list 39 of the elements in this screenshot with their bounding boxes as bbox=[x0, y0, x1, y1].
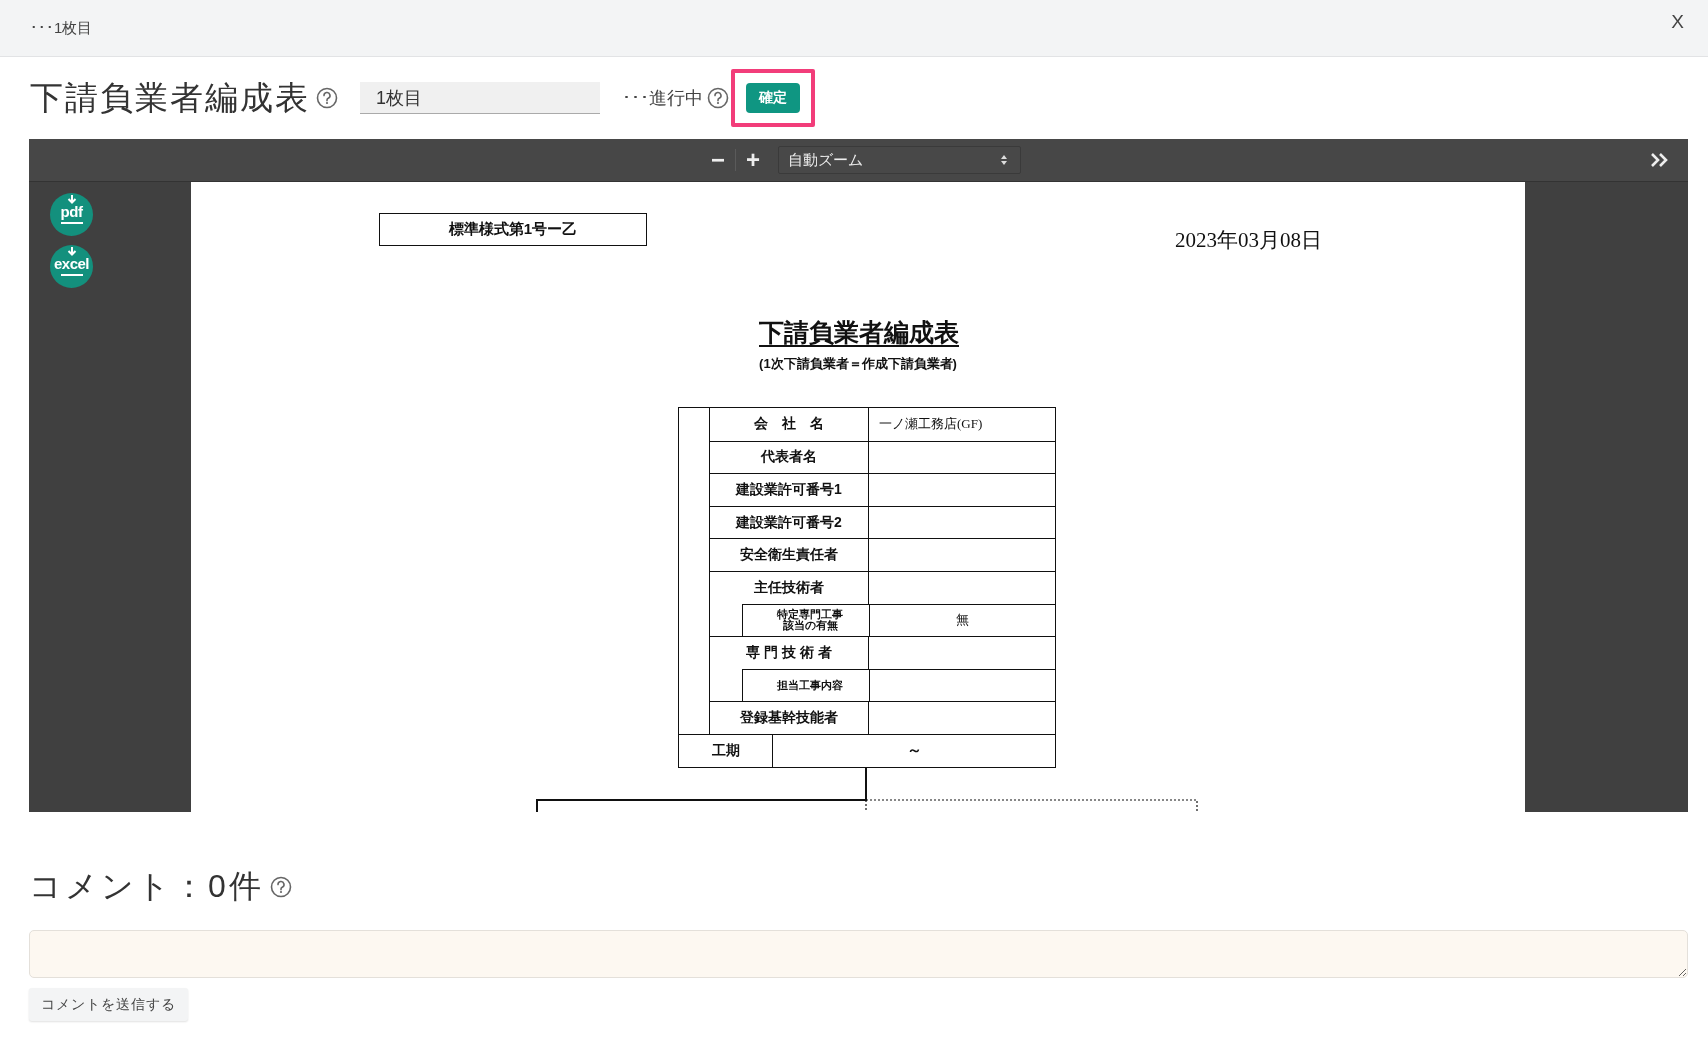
field-value: ～ bbox=[905, 740, 923, 761]
close-button[interactable]: X bbox=[1671, 11, 1684, 33]
download-button[interactable]: pdf bbox=[50, 193, 93, 236]
send-comment-button[interactable]: コメントを送信する bbox=[29, 988, 188, 1021]
field-label: 代表者名 bbox=[710, 440, 868, 474]
download-arrow-icon bbox=[65, 247, 78, 257]
form-number: 標準様式第1号ー乙 bbox=[379, 213, 647, 246]
status-text: ･･･進行中 bbox=[622, 87, 703, 110]
help-icon[interactable] bbox=[707, 87, 729, 109]
table-cell: 一ノ瀬工務店(GF) bbox=[868, 408, 1055, 441]
dialog-title: ･･･1枚目 bbox=[30, 18, 93, 38]
field-label: 建設業許可番号2 bbox=[710, 505, 868, 539]
help-icon[interactable] bbox=[269, 876, 292, 898]
field-label: 安全衛生責任者 bbox=[710, 538, 868, 571]
comment-field[interactable] bbox=[29, 930, 1688, 978]
zoom-out-button[interactable]: − bbox=[701, 148, 735, 172]
zoom-select[interactable]: 自動ズーム bbox=[778, 146, 1021, 174]
double-chevron-icon[interactable] bbox=[1650, 152, 1670, 168]
field-label: 特定専門工事該当の有無 bbox=[776, 609, 844, 632]
sheet-name-field[interactable]: 1枚目 bbox=[360, 82, 600, 114]
confirm-button[interactable]: 確定 bbox=[746, 83, 800, 113]
field-label: 登録基幹技能者 bbox=[710, 701, 868, 734]
zoom-in-button[interactable]: + bbox=[736, 148, 770, 172]
field-label: 会 社 名 bbox=[753, 414, 825, 434]
sort-arrows-icon bbox=[1000, 154, 1008, 166]
page-title: 下請負業者編成表 bbox=[30, 77, 310, 118]
field-label: 担当工事内容 bbox=[776, 680, 844, 692]
field-label: 工期 bbox=[679, 734, 773, 767]
field-label: 専 門 技 術 者 bbox=[710, 636, 868, 669]
comments-heading: コメント：0件 bbox=[29, 867, 264, 906]
document-date: 2023年03月08日 bbox=[1175, 227, 1322, 254]
table-cell: 無 bbox=[869, 603, 1055, 637]
download-arrow-icon bbox=[65, 195, 78, 205]
document-title: 下請負業者編成表 bbox=[758, 317, 960, 348]
field-label: 建設業許可番号1 bbox=[710, 473, 868, 506]
document-subtitle: (1次下請負業者＝作成下請負業者) bbox=[758, 355, 958, 373]
download-button[interactable]: excel bbox=[50, 245, 93, 288]
help-icon[interactable] bbox=[316, 87, 338, 109]
field-label: 主任技術者 bbox=[710, 570, 868, 604]
